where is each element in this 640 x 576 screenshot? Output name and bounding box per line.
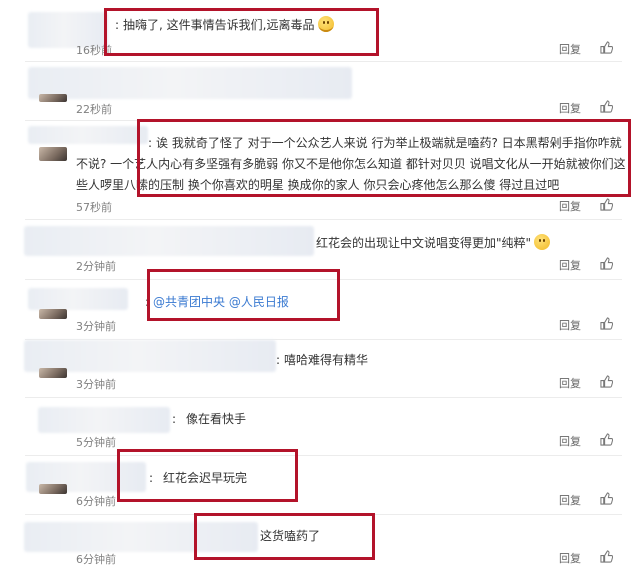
reply-button[interactable]: 回复 xyxy=(559,41,581,57)
thumbs-up-icon[interactable] xyxy=(600,100,613,113)
comment-list: : 抽嗨了, 这件事情告诉我们,远离毒品 16秒前 回复 22秒前 回复 :诶 我… xyxy=(0,0,640,576)
comment-time: 3分钟前 xyxy=(76,320,116,333)
reply-button[interactable]: 回复 xyxy=(559,198,581,214)
reply-button[interactable]: 回复 xyxy=(559,550,581,566)
thumbs-up-icon[interactable] xyxy=(600,492,613,505)
comment-time: 5分钟前 xyxy=(76,436,116,449)
comment-text: 红花会的出现让中文说唱变得更加"纯粹" xyxy=(316,233,551,253)
comment-text: : 像在看快手 xyxy=(172,412,247,426)
avatar xyxy=(39,147,67,161)
divider xyxy=(25,61,622,62)
thumbs-up-icon[interactable] xyxy=(600,433,613,446)
comment-time: 6分钟前 xyxy=(76,495,116,508)
reply-button[interactable]: 回复 xyxy=(559,100,581,116)
divider xyxy=(25,219,622,220)
thumbs-up-icon[interactable] xyxy=(600,550,613,563)
comment-time: 3分钟前 xyxy=(76,378,116,391)
reply-button[interactable]: 回复 xyxy=(559,257,581,273)
divider xyxy=(25,397,622,398)
thumbs-up-icon[interactable] xyxy=(600,198,613,211)
comment-text: : 嘻哈难得有精华 xyxy=(276,353,369,367)
highlight-box xyxy=(104,8,379,56)
thumbs-up-icon[interactable] xyxy=(600,317,613,330)
reply-button[interactable]: 回复 xyxy=(559,433,581,449)
laugh-emoji-icon xyxy=(534,234,551,250)
highlight-box xyxy=(147,269,340,321)
blurred-username xyxy=(38,407,170,433)
comment-time: 6分钟前 xyxy=(76,553,116,566)
reply-button[interactable]: 回复 xyxy=(559,375,581,391)
comment-time: 57秒前 xyxy=(76,201,112,214)
blurred-username xyxy=(24,226,314,256)
reply-button[interactable]: 回复 xyxy=(559,492,581,508)
thumbs-up-icon[interactable] xyxy=(600,257,613,270)
avatar xyxy=(39,309,67,319)
highlight-box xyxy=(194,513,375,560)
divider xyxy=(25,455,622,456)
reply-button[interactable]: 回复 xyxy=(559,317,581,333)
comment-time: 22秒前 xyxy=(76,103,112,116)
thumbs-up-icon[interactable] xyxy=(600,41,613,54)
blurred-content xyxy=(28,67,352,99)
avatar xyxy=(39,484,67,494)
highlight-box xyxy=(137,119,631,197)
avatar xyxy=(39,94,67,102)
blurred-username xyxy=(28,288,128,310)
comment-time: 2分钟前 xyxy=(76,260,116,273)
avatar xyxy=(39,368,67,378)
highlight-box xyxy=(117,449,298,502)
thumbs-up-icon[interactable] xyxy=(600,375,613,388)
